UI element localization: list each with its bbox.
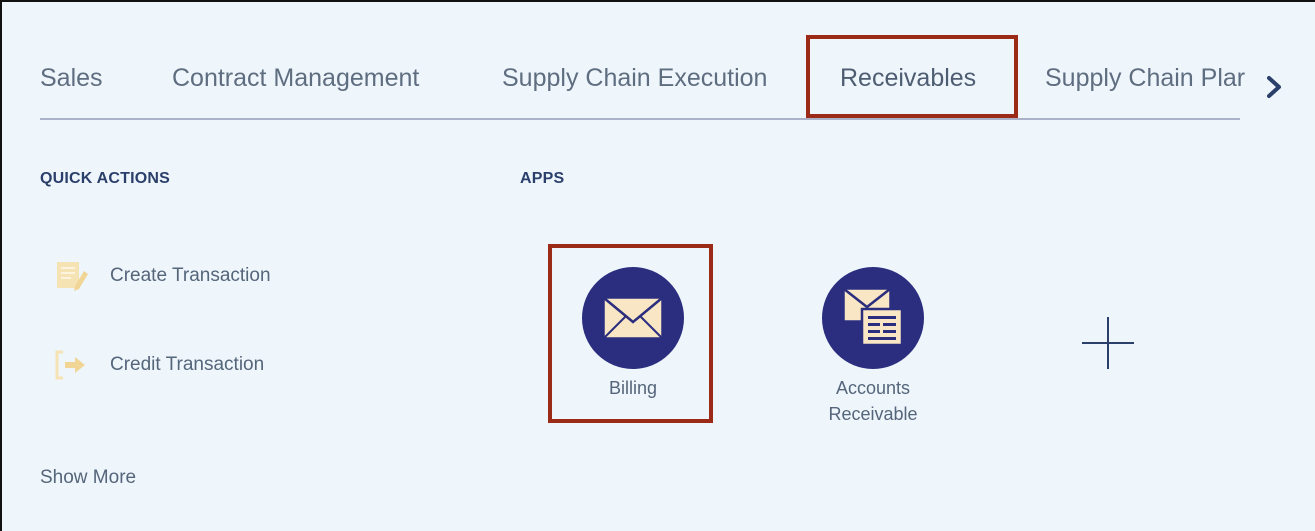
tab-supply-chain-execution[interactable]: Supply Chain Execution	[502, 64, 767, 93]
create-transaction-action[interactable]: Create Transaction	[52, 256, 271, 296]
accounts-receivable-app-label: Accounts Receivable	[810, 375, 936, 427]
accounts-receivable-label-line1: Accounts	[835, 378, 911, 398]
quick-actions-title: QUICK ACTIONS	[40, 170, 171, 187]
apps-title: APPS	[520, 170, 565, 187]
credit-transaction-label: Credit Transaction	[110, 354, 265, 375]
credit-transaction-icon	[52, 346, 90, 384]
billing-app-highlight	[548, 244, 713, 423]
accounts-receivable-app-tile[interactable]: Accounts Receivable	[810, 267, 936, 427]
credit-transaction-action[interactable]: Credit Transaction	[52, 345, 264, 385]
tab-contract-management[interactable]: Contract Management	[172, 64, 419, 93]
accounts-receivable-icon	[843, 288, 904, 347]
springboard-panel: Sales Contract Management Supply Chain E…	[0, 0, 1315, 531]
tab-strip: Sales Contract Management Supply Chain E…	[40, 52, 1245, 118]
create-transaction-icon	[52, 257, 90, 295]
tab-sales[interactable]: Sales	[40, 64, 103, 93]
show-more-link[interactable]: Show More	[40, 467, 136, 489]
tab-strip-underline	[40, 118, 1240, 120]
plus-icon[interactable]	[1080, 315, 1136, 371]
chevron-right-icon[interactable]	[1264, 72, 1286, 102]
create-transaction-label: Create Transaction	[110, 265, 271, 286]
accounts-receivable-app-circle	[822, 267, 924, 369]
accounts-receivable-label-line2: Receivable	[828, 404, 918, 424]
receivables-tab-highlight	[806, 35, 1018, 118]
tab-supply-chain-planning[interactable]: Supply Chain Plar	[1045, 64, 1245, 93]
